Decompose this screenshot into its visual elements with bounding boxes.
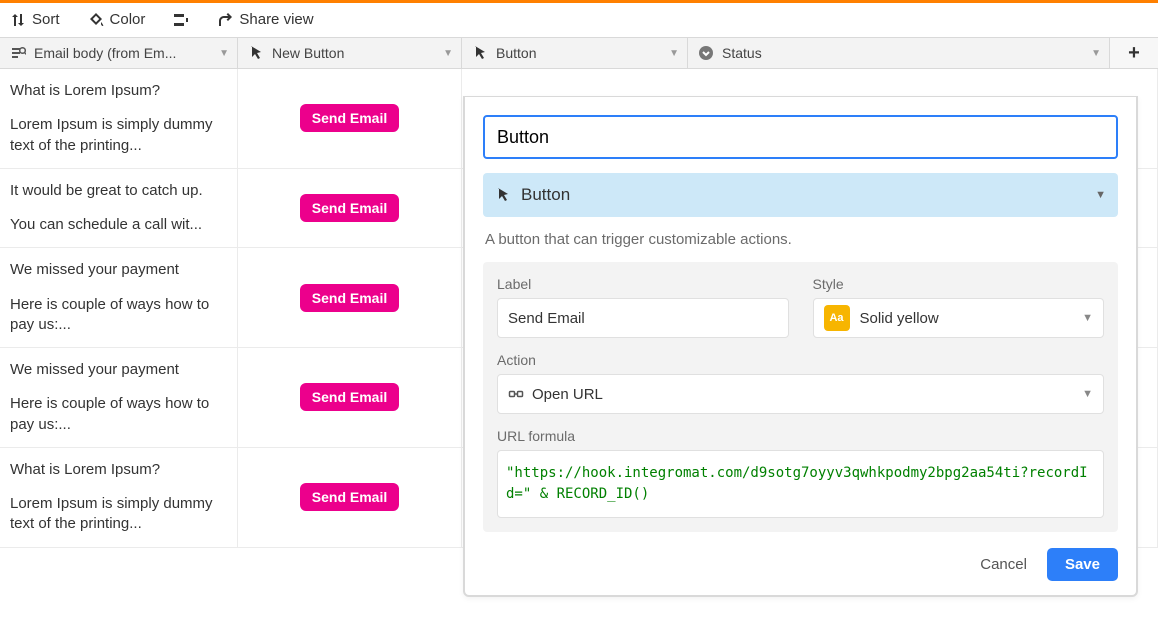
field-type-description: A button that can trigger customizable a… [485,231,1116,248]
body-line-2: Lorem Ipsum is simply dummy text of the … [10,494,227,535]
single-select-icon [698,45,714,61]
field-type-label: Button [521,185,570,205]
color-button[interactable]: Color [88,11,146,28]
style-value: Solid yellow [860,310,939,327]
chevron-down-icon: ▼ [443,48,453,59]
cell-new-button[interactable]: Send Email [238,169,462,248]
cell-email-body[interactable]: What is Lorem Ipsum? Lorem Ipsum is simp… [0,448,238,547]
cell-new-button[interactable]: Send Email [238,448,462,547]
column-header-label: Status [722,45,762,61]
column-header-label: Button [496,45,536,61]
lookup-icon [10,45,26,61]
send-email-button[interactable]: Send Email [300,284,399,312]
url-formula-label: URL formula [497,428,1104,444]
column-header-label: New Button [272,45,344,61]
body-line-1: It would be great to catch up. [10,181,227,201]
body-line-1: What is Lorem Ipsum? [10,81,227,101]
column-header-label: Email body (from Em... [34,45,176,61]
button-action-select[interactable]: Open URL ▼ [497,374,1104,414]
column-header-button[interactable]: Button ▼ [462,38,688,68]
action-value: Open URL [532,386,603,403]
sort-icon [10,12,26,28]
chevron-down-icon: ▼ [669,48,679,59]
chevron-down-icon: ▼ [1091,48,1101,59]
chevron-down-icon: ▼ [219,48,229,59]
button-style-select[interactable]: Aa Solid yellow ▼ [813,298,1105,338]
open-url-icon [508,386,524,402]
body-line-1: We missed your payment [10,260,227,280]
send-email-button[interactable]: Send Email [300,483,399,511]
body-line-2: You can schedule a call wit... [10,215,227,235]
color-label: Color [110,11,146,28]
share-icon [217,12,233,28]
popover-actions: Cancel Save [483,548,1118,581]
sort-button[interactable]: Sort [10,11,60,28]
cancel-button[interactable]: Cancel [974,548,1033,581]
cell-email-body[interactable]: We missed your payment Here is couple of… [0,248,238,347]
column-header-new-button[interactable]: New Button ▼ [238,38,462,68]
action-label: Action [497,352,1104,368]
body-line-1: We missed your payment [10,360,227,380]
cell-email-body[interactable]: It would be great to catch up. You can s… [0,169,238,248]
share-label: Share view [239,11,313,28]
style-swatch-icon: Aa [824,305,850,331]
paint-bucket-icon [88,12,104,28]
chevron-down-icon: ▼ [1082,388,1093,400]
chevron-down-icon: ▼ [1082,312,1093,324]
cell-email-body[interactable]: What is Lorem Ipsum? Lorem Ipsum is simp… [0,69,238,168]
button-label-value: Send Email [508,310,585,327]
column-header-email-body[interactable]: Email body (from Em... ▼ [0,38,238,68]
send-email-button[interactable]: Send Email [300,104,399,132]
toolbar: Sort Color Share view [0,3,1158,37]
column-header-status[interactable]: Status ▼ [688,38,1110,68]
send-email-button[interactable]: Send Email [300,383,399,411]
chevron-down-icon: ▼ [1095,189,1106,201]
label-label: Label [497,276,789,292]
save-button[interactable]: Save [1047,548,1118,581]
add-column-button[interactable]: + [1110,38,1158,68]
body-line-2: Here is couple of ways how to pay us:... [10,295,227,336]
share-view-button[interactable]: Share view [217,11,313,28]
field-name-input[interactable] [483,115,1118,159]
pointer-icon [495,187,511,203]
field-type-selector[interactable]: Button ▼ [483,173,1118,217]
url-formula-input[interactable]: "https://hook.integromat.com/d9sotg7oyyv… [497,450,1104,518]
send-email-button[interactable]: Send Email [300,194,399,222]
row-height-icon [173,12,189,28]
body-line-2: Here is couple of ways how to pay us:... [10,394,227,435]
sort-label: Sort [32,11,60,28]
column-header-row: Email body (from Em... ▼ New Button ▼ Bu… [0,37,1158,69]
row-height-button[interactable] [173,12,189,28]
body-line-2: Lorem Ipsum is simply dummy text of the … [10,115,227,156]
cell-new-button[interactable]: Send Email [238,69,462,168]
field-config-popover: Button ▼ A button that can trigger custo… [463,96,1138,597]
cell-new-button[interactable]: Send Email [238,348,462,447]
cell-email-body[interactable]: We missed your payment Here is couple of… [0,348,238,447]
pointer-icon [248,45,264,61]
pointer-icon [472,45,488,61]
button-config-box: Label Send Email Style Aa Solid yellow ▼… [483,262,1118,532]
body-line-1: What is Lorem Ipsum? [10,460,227,480]
button-label-input[interactable]: Send Email [497,298,789,338]
style-label: Style [813,276,1105,292]
cell-new-button[interactable]: Send Email [238,248,462,347]
